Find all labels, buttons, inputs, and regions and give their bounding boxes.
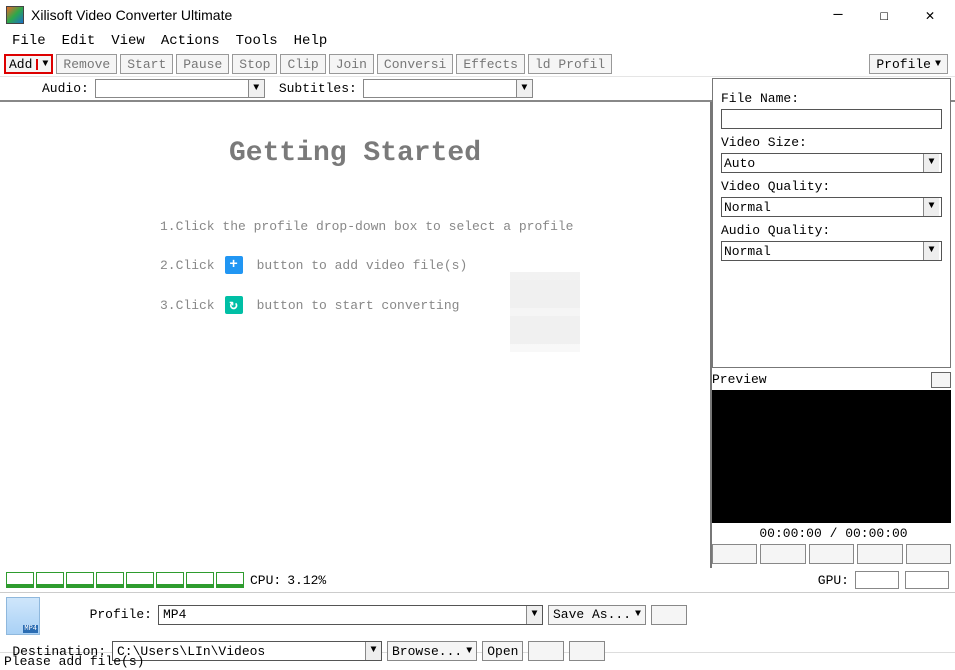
menu-file[interactable]: File bbox=[4, 33, 54, 49]
video-placeholder-icon bbox=[510, 272, 580, 352]
clip-button[interactable]: Clip bbox=[280, 54, 325, 74]
plus-icon: + bbox=[225, 256, 243, 274]
audio-select[interactable]: ▼ bbox=[95, 79, 265, 98]
minimize-button[interactable]: ─ bbox=[815, 0, 861, 30]
destination-select[interactable]: C:\Users\LIn\Videos▼ bbox=[112, 641, 382, 661]
gpu-label: GPU: bbox=[818, 573, 849, 588]
video-size-label: Video Size: bbox=[721, 135, 942, 150]
pause-button[interactable]: Pause bbox=[176, 54, 229, 74]
profile-label: Profile: bbox=[52, 607, 152, 622]
preview-prev-button[interactable] bbox=[712, 544, 757, 564]
menu-view[interactable]: View bbox=[103, 33, 153, 49]
preview-label: Preview bbox=[712, 372, 767, 388]
file-name-input[interactable] bbox=[721, 109, 942, 129]
open-button[interactable]: Open bbox=[482, 641, 523, 661]
audio-quality-select[interactable]: Normal▼ bbox=[721, 241, 942, 261]
stop-button[interactable]: Stop bbox=[232, 54, 277, 74]
cpu-label: CPU: bbox=[250, 573, 281, 588]
profile-panel-button[interactable]: Profile▼ bbox=[869, 54, 948, 74]
video-size-select[interactable]: Auto▼ bbox=[721, 153, 942, 173]
file-name-label: File Name: bbox=[721, 91, 942, 106]
cpu-value: 3.12% bbox=[287, 573, 326, 588]
preview-play-button[interactable] bbox=[760, 544, 805, 564]
cpu-meter bbox=[6, 572, 244, 588]
browse-button[interactable]: Browse...▼ bbox=[387, 641, 477, 661]
profile-select[interactable]: MP4▼ bbox=[158, 605, 543, 625]
menu-actions[interactable]: Actions bbox=[153, 33, 228, 49]
format-icon bbox=[6, 597, 40, 635]
add-button[interactable]: Add▼ bbox=[4, 54, 53, 74]
subtitles-select[interactable]: ▼ bbox=[363, 79, 533, 98]
join-button[interactable]: Join bbox=[329, 54, 374, 74]
video-quality-label: Video Quality: bbox=[721, 179, 942, 194]
preview-next-button[interactable] bbox=[857, 544, 902, 564]
convert-icon: ↻ bbox=[225, 296, 243, 314]
remove-button[interactable]: Remove bbox=[56, 54, 117, 74]
maximize-button[interactable]: ☐ bbox=[861, 0, 907, 30]
preview-time: 00:00:00 / 00:00:00 bbox=[712, 523, 955, 544]
preview-area bbox=[712, 390, 951, 523]
close-button[interactable]: ✕ bbox=[907, 0, 953, 30]
audio-label: Audio: bbox=[42, 81, 89, 96]
ldprofil-button[interactable]: ld Profil bbox=[528, 54, 612, 74]
save-as-button[interactable]: Save As...▼ bbox=[548, 605, 646, 625]
subtitles-label: Subtitles: bbox=[279, 81, 357, 96]
effects-button[interactable]: Effects bbox=[456, 54, 525, 74]
audio-quality-label: Audio Quality: bbox=[721, 223, 942, 238]
menu-tools[interactable]: Tools bbox=[228, 33, 286, 49]
extra-button-1[interactable] bbox=[651, 605, 687, 625]
gpu-box-2[interactable] bbox=[905, 571, 949, 589]
step-3: 3.Click ↻ button to start converting bbox=[160, 296, 710, 314]
menu-edit[interactable]: Edit bbox=[54, 33, 104, 49]
add-dropdown-icon[interactable]: ▼ bbox=[36, 59, 48, 70]
conversi-button[interactable]: Conversi bbox=[377, 54, 453, 74]
preview-snapshot-button[interactable] bbox=[906, 544, 951, 564]
getting-started-title: Getting Started bbox=[0, 138, 710, 169]
menu-help[interactable]: Help bbox=[286, 33, 336, 49]
video-quality-select[interactable]: Normal▼ bbox=[721, 197, 942, 217]
window-title: Xilisoft Video Converter Ultimate bbox=[31, 7, 815, 23]
step-2: 2.Click + button to add video file(s) bbox=[160, 256, 710, 274]
preview-stop-button[interactable] bbox=[809, 544, 854, 564]
step-1: 1.Click the profile drop-down box to sel… bbox=[160, 219, 710, 234]
extra-button-3[interactable] bbox=[569, 641, 605, 661]
start-button[interactable]: Start bbox=[120, 54, 173, 74]
extra-button-2[interactable] bbox=[528, 641, 564, 661]
chevron-down-icon: ▼ bbox=[935, 59, 941, 70]
app-icon bbox=[6, 6, 24, 24]
gpu-box-1[interactable] bbox=[855, 571, 899, 589]
preview-toggle[interactable] bbox=[931, 372, 951, 388]
